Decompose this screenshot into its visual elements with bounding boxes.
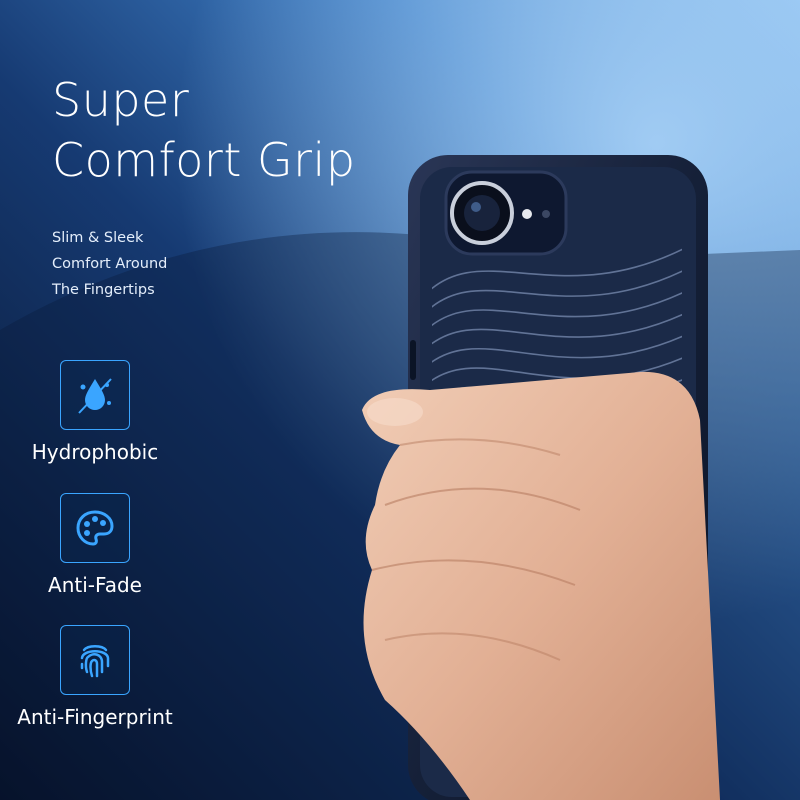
palette-icon <box>76 510 114 546</box>
headline: Super Comfort Grip <box>52 70 356 190</box>
feature-label: Anti-Fingerprint <box>17 705 173 729</box>
subtitle-line-2: Comfort Around <box>52 256 168 272</box>
feature-anti-fingerprint: Anti-Fingerprint <box>0 625 190 729</box>
feature-label: Anti-Fade <box>48 573 142 597</box>
subtitle: Slim & Sleek Comfort Around The Fingerti… <box>52 225 167 303</box>
subtitle-line-1: Slim & Sleek <box>52 230 144 246</box>
feature-hydrophobic: Hydrophobic <box>0 360 190 464</box>
feature-anti-fade: Anti-Fade <box>0 493 190 597</box>
headline-line-1: Super <box>52 73 190 127</box>
subtitle-line-3: The Fingertips <box>52 282 155 298</box>
feature-icon-box <box>60 360 130 430</box>
feature-icon-box <box>60 625 130 695</box>
water-drop-icon <box>78 378 112 414</box>
feature-label: Hydrophobic <box>31 440 159 464</box>
fingerprint-icon <box>80 645 110 678</box>
headline-line-2: Comfort Grip <box>52 133 356 187</box>
feature-icon-box <box>60 493 130 563</box>
